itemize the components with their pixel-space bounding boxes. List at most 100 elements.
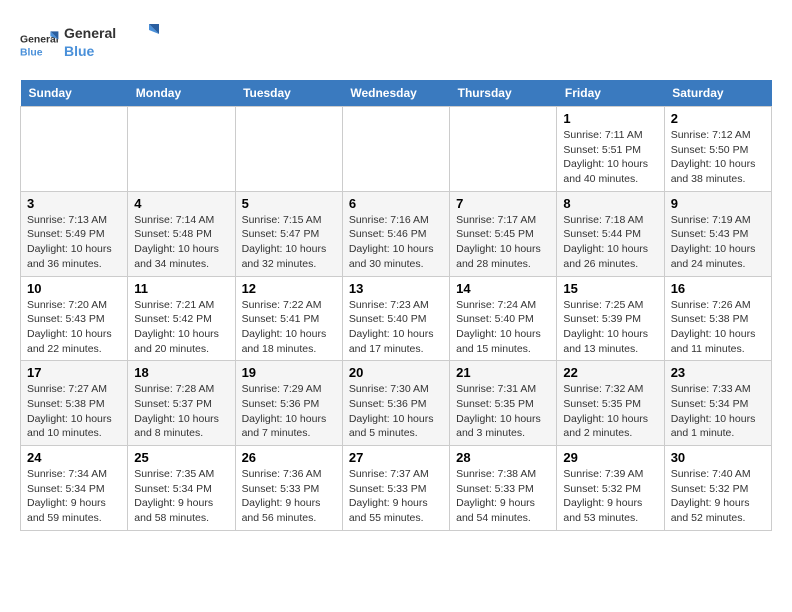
day-number: 26: [242, 450, 336, 465]
day-number: 5: [242, 196, 336, 211]
day-number: 2: [671, 111, 765, 126]
calendar-cell: 20 Sunrise: 7:30 AM Sunset: 5:36 PM Dayli…: [342, 361, 449, 446]
day-number: 4: [134, 196, 228, 211]
svg-text:General: General: [64, 25, 116, 41]
calendar-cell: 27 Sunrise: 7:37 AM Sunset: 5:33 PM Dayli…: [342, 446, 449, 531]
day-info: Sunrise: 7:14 AM Sunset: 5:48 PM Dayligh…: [134, 213, 228, 272]
day-info: Sunrise: 7:35 AM Sunset: 5:34 PM Dayligh…: [134, 467, 228, 526]
calendar-week-row: 10 Sunrise: 7:20 AM Sunset: 5:43 PM Dayli…: [21, 276, 772, 361]
calendar-cell: 8 Sunrise: 7:18 AM Sunset: 5:44 PM Daylig…: [557, 191, 664, 276]
svg-text:Blue: Blue: [64, 43, 95, 59]
calendar-cell: [450, 107, 557, 192]
calendar-cell: 21Sunrise: 7:31 AM Sunset: 5:35 PM Dayli…: [450, 361, 557, 446]
calendar-cell: 1Sunrise: 7:11 AM Sunset: 5:51 PM Daylig…: [557, 107, 664, 192]
calendar-cell: 22Sunrise: 7:32 AM Sunset: 5:35 PM Dayli…: [557, 361, 664, 446]
day-number: 19: [242, 365, 336, 380]
calendar-cell: 11Sunrise: 7:21 AM Sunset: 5:42 PM Dayli…: [128, 276, 235, 361]
calendar-cell: 7 Sunrise: 7:17 AM Sunset: 5:45 PM Daylig…: [450, 191, 557, 276]
calendar-cell: 13 Sunrise: 7:23 AM Sunset: 5:40 PM Dayli…: [342, 276, 449, 361]
calendar-cell: 12 Sunrise: 7:22 AM Sunset: 5:41 PM Dayli…: [235, 276, 342, 361]
col-header-wednesday: Wednesday: [342, 80, 449, 107]
calendar-cell: 6Sunrise: 7:16 AM Sunset: 5:46 PM Daylig…: [342, 191, 449, 276]
col-header-monday: Monday: [128, 80, 235, 107]
calendar-cell: 19 Sunrise: 7:29 AM Sunset: 5:36 PM Dayli…: [235, 361, 342, 446]
col-header-tuesday: Tuesday: [235, 80, 342, 107]
day-number: 10: [27, 281, 121, 296]
day-info: Sunrise: 7:23 AM Sunset: 5:40 PM Dayligh…: [349, 298, 443, 357]
col-header-thursday: Thursday: [450, 80, 557, 107]
calendar-week-row: 1Sunrise: 7:11 AM Sunset: 5:51 PM Daylig…: [21, 107, 772, 192]
calendar-cell: [128, 107, 235, 192]
calendar-cell: 18 Sunrise: 7:28 AM Sunset: 5:37 PM Dayli…: [128, 361, 235, 446]
day-info: Sunrise: 7:30 AM Sunset: 5:36 PM Dayligh…: [349, 382, 443, 441]
day-info: Sunrise: 7:37 AM Sunset: 5:33 PM Dayligh…: [349, 467, 443, 526]
day-info: Sunrise: 7:38 AM Sunset: 5:33 PM Dayligh…: [456, 467, 550, 526]
day-info: Sunrise: 7:34 AM Sunset: 5:34 PM Dayligh…: [27, 467, 121, 526]
day-info: Sunrise: 7:39 AM Sunset: 5:32 PM Dayligh…: [563, 467, 657, 526]
calendar-cell: 28 Sunrise: 7:38 AM Sunset: 5:33 PM Dayli…: [450, 446, 557, 531]
day-info: Sunrise: 7:28 AM Sunset: 5:37 PM Dayligh…: [134, 382, 228, 441]
day-number: 30: [671, 450, 765, 465]
day-info: Sunrise: 7:36 AM Sunset: 5:33 PM Dayligh…: [242, 467, 336, 526]
calendar-cell: 4 Sunrise: 7:14 AM Sunset: 5:48 PM Daylig…: [128, 191, 235, 276]
day-info: Sunrise: 7:21 AM Sunset: 5:42 PM Dayligh…: [134, 298, 228, 357]
col-header-saturday: Saturday: [664, 80, 771, 107]
calendar-table: SundayMondayTuesdayWednesdayThursdayFrid…: [20, 80, 772, 531]
day-info: Sunrise: 7:40 AM Sunset: 5:32 PM Dayligh…: [671, 467, 765, 526]
day-number: 6: [349, 196, 443, 211]
day-number: 18: [134, 365, 228, 380]
day-number: 14: [456, 281, 550, 296]
day-info: Sunrise: 7:18 AM Sunset: 5:44 PM Dayligh…: [563, 213, 657, 272]
day-info: Sunrise: 7:13 AM Sunset: 5:49 PM Dayligh…: [27, 213, 121, 272]
calendar-week-row: 24 Sunrise: 7:34 AM Sunset: 5:34 PM Dayli…: [21, 446, 772, 531]
logo: General Blue General Blue: [20, 20, 164, 70]
day-number: 13: [349, 281, 443, 296]
day-info: Sunrise: 7:27 AM Sunset: 5:38 PM Dayligh…: [27, 382, 121, 441]
calendar-cell: 10 Sunrise: 7:20 AM Sunset: 5:43 PM Dayli…: [21, 276, 128, 361]
calendar-header-row: SundayMondayTuesdayWednesdayThursdayFrid…: [21, 80, 772, 107]
calendar-cell: 14 Sunrise: 7:24 AM Sunset: 5:40 PM Dayli…: [450, 276, 557, 361]
day-info: Sunrise: 7:20 AM Sunset: 5:43 PM Dayligh…: [27, 298, 121, 357]
calendar-week-row: 17 Sunrise: 7:27 AM Sunset: 5:38 PM Dayli…: [21, 361, 772, 446]
day-number: 20: [349, 365, 443, 380]
day-info: Sunrise: 7:29 AM Sunset: 5:36 PM Dayligh…: [242, 382, 336, 441]
calendar-week-row: 3Sunrise: 7:13 AM Sunset: 5:49 PM Daylig…: [21, 191, 772, 276]
day-number: 12: [242, 281, 336, 296]
calendar-cell: 17 Sunrise: 7:27 AM Sunset: 5:38 PM Dayli…: [21, 361, 128, 446]
day-number: 7: [456, 196, 550, 211]
calendar-cell: 25 Sunrise: 7:35 AM Sunset: 5:34 PM Dayli…: [128, 446, 235, 531]
day-number: 23: [671, 365, 765, 380]
day-info: Sunrise: 7:26 AM Sunset: 5:38 PM Dayligh…: [671, 298, 765, 357]
calendar-cell: 2 Sunrise: 7:12 AM Sunset: 5:50 PM Daylig…: [664, 107, 771, 192]
col-header-friday: Friday: [557, 80, 664, 107]
day-info: Sunrise: 7:22 AM Sunset: 5:41 PM Dayligh…: [242, 298, 336, 357]
day-info: Sunrise: 7:11 AM Sunset: 5:51 PM Dayligh…: [563, 128, 657, 187]
svg-text:Blue: Blue: [20, 47, 43, 58]
calendar-cell: 5Sunrise: 7:15 AM Sunset: 5:47 PM Daylig…: [235, 191, 342, 276]
calendar-cell: [235, 107, 342, 192]
day-info: Sunrise: 7:17 AM Sunset: 5:45 PM Dayligh…: [456, 213, 550, 272]
page-header: General Blue General Blue: [20, 20, 772, 70]
calendar-cell: 30 Sunrise: 7:40 AM Sunset: 5:32 PM Dayli…: [664, 446, 771, 531]
logo-icon: General Blue: [20, 25, 60, 65]
day-info: Sunrise: 7:19 AM Sunset: 5:43 PM Dayligh…: [671, 213, 765, 272]
day-info: Sunrise: 7:33 AM Sunset: 5:34 PM Dayligh…: [671, 382, 765, 441]
day-info: Sunrise: 7:25 AM Sunset: 5:39 PM Dayligh…: [563, 298, 657, 357]
day-info: Sunrise: 7:31 AM Sunset: 5:35 PM Dayligh…: [456, 382, 550, 441]
day-info: Sunrise: 7:12 AM Sunset: 5:50 PM Dayligh…: [671, 128, 765, 187]
day-number: 24: [27, 450, 121, 465]
calendar-cell: 23 Sunrise: 7:33 AM Sunset: 5:34 PM Dayli…: [664, 361, 771, 446]
day-info: Sunrise: 7:24 AM Sunset: 5:40 PM Dayligh…: [456, 298, 550, 357]
day-number: 15: [563, 281, 657, 296]
day-number: 28: [456, 450, 550, 465]
day-info: Sunrise: 7:32 AM Sunset: 5:35 PM Dayligh…: [563, 382, 657, 441]
day-number: 8: [563, 196, 657, 211]
day-number: 17: [27, 365, 121, 380]
day-number: 9: [671, 196, 765, 211]
calendar-cell: [342, 107, 449, 192]
col-header-sunday: Sunday: [21, 80, 128, 107]
day-number: 25: [134, 450, 228, 465]
calendar-cell: 24 Sunrise: 7:34 AM Sunset: 5:34 PM Dayli…: [21, 446, 128, 531]
day-number: 27: [349, 450, 443, 465]
calendar-cell: 9 Sunrise: 7:19 AM Sunset: 5:43 PM Daylig…: [664, 191, 771, 276]
